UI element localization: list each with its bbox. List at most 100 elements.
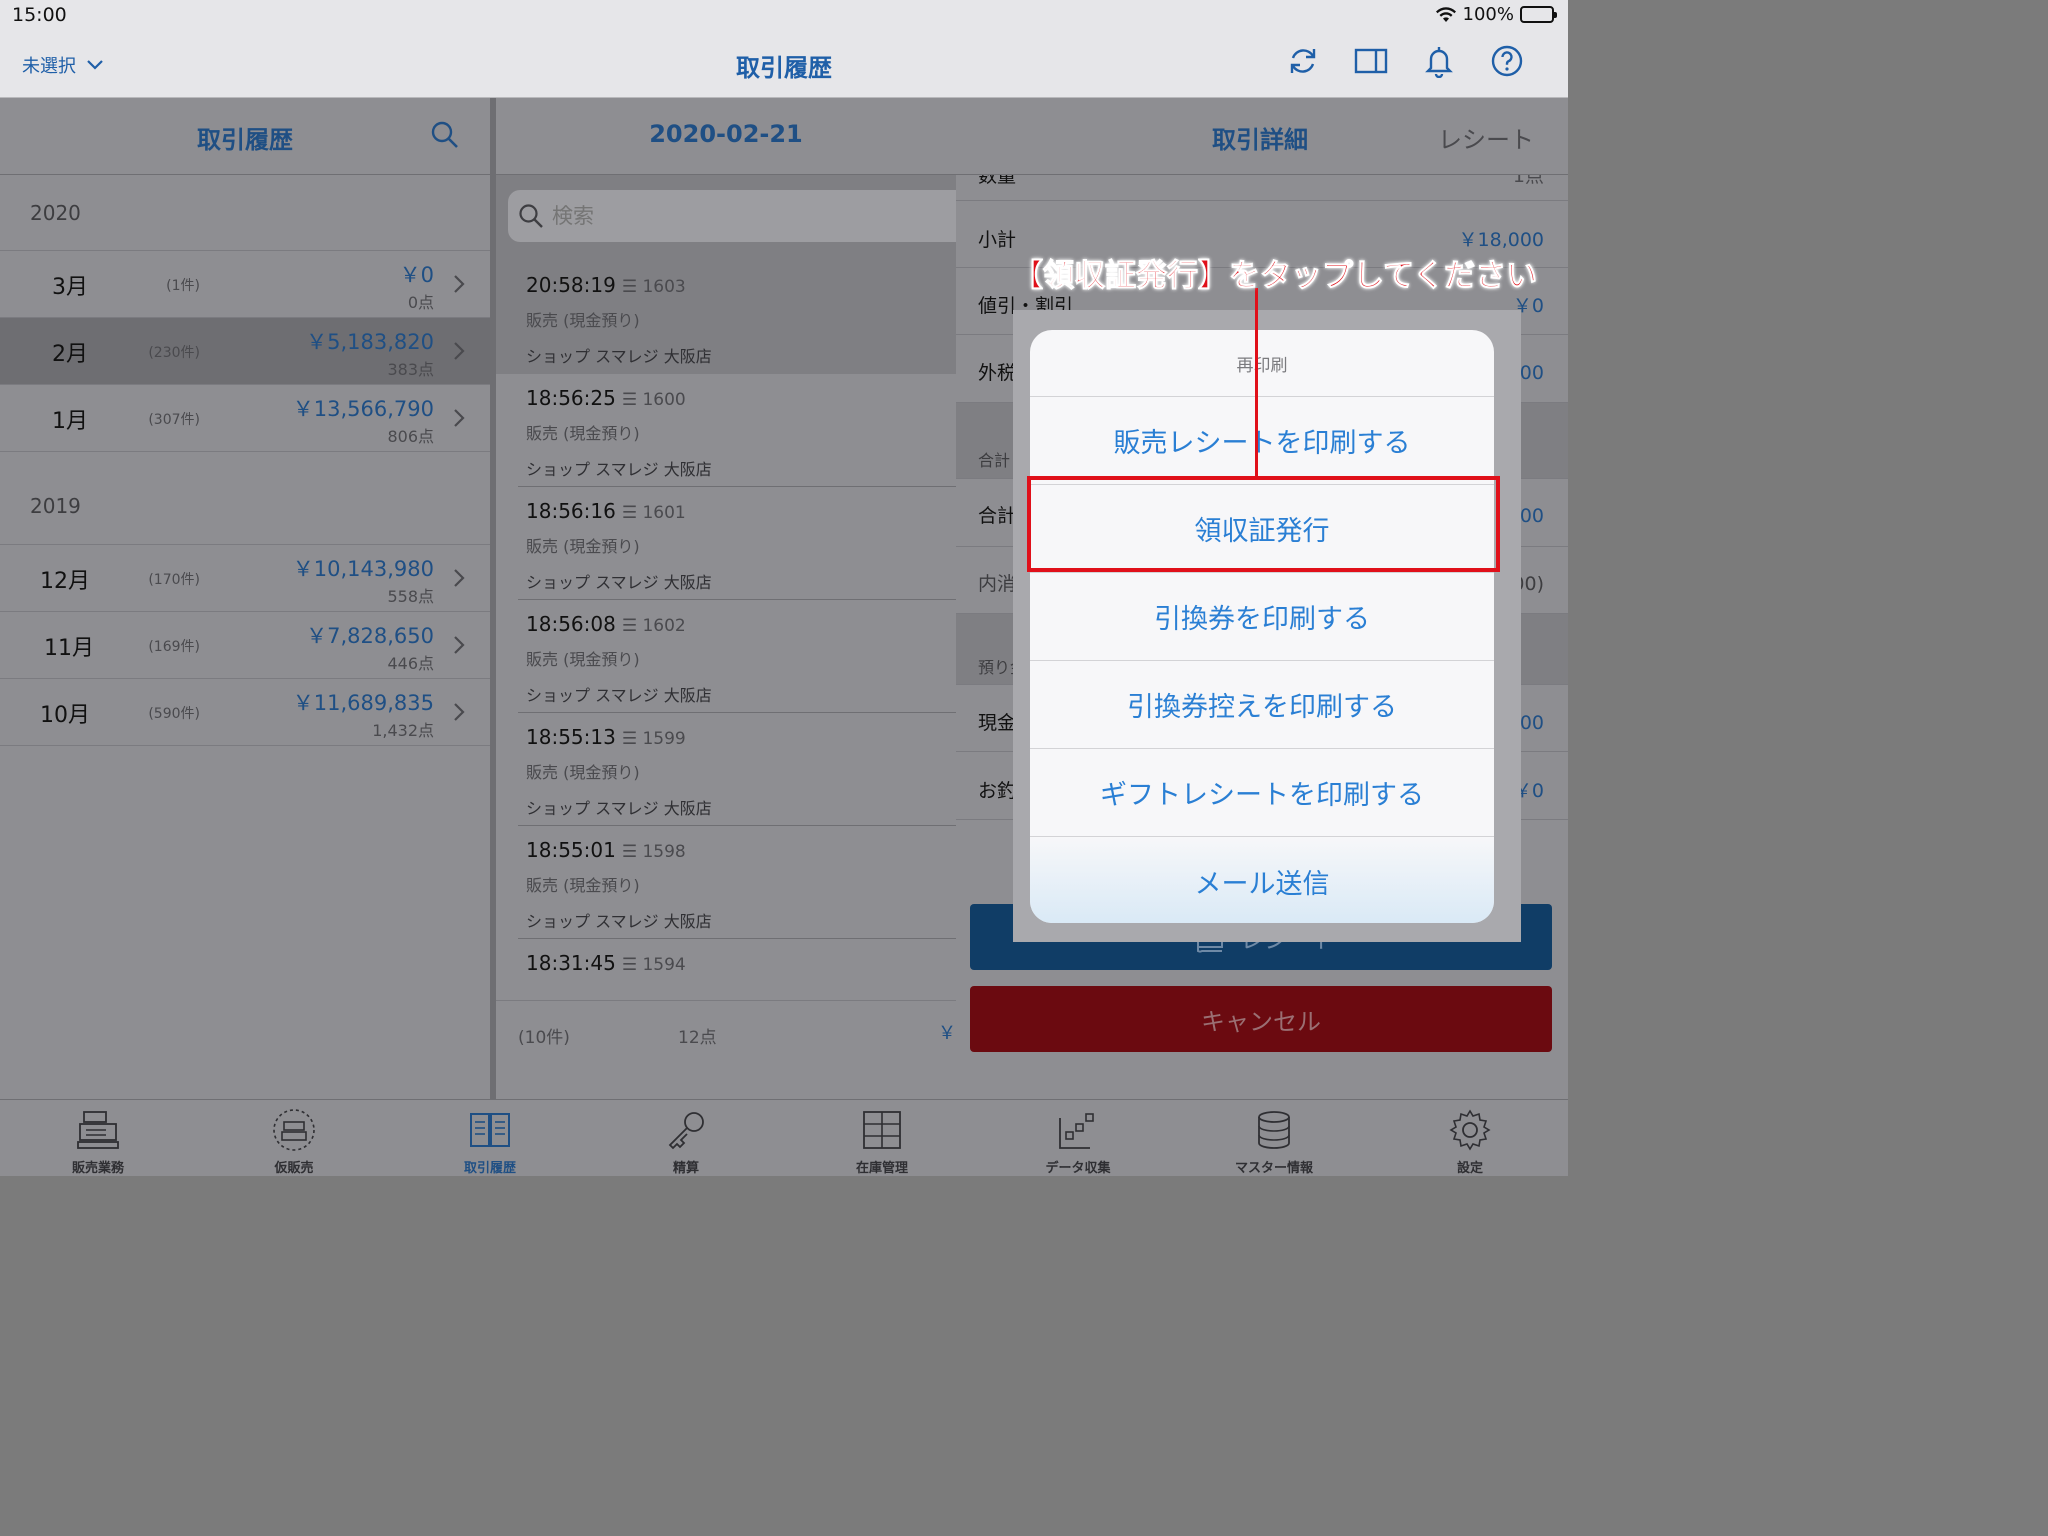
tab-settings[interactable]: 設定	[1372, 1100, 1568, 1176]
search-field[interactable]	[508, 190, 956, 242]
list-item[interactable]: 20:58:19 ☰ 1603 販売 (現金預り) ショップ スマレジ 大阪店	[496, 261, 956, 374]
month-label: 11月	[44, 636, 94, 661]
tab-receipt[interactable]: レシート	[1438, 120, 1534, 155]
cabinet-icon	[863, 1111, 901, 1149]
tx-type: 販売 (現金預り)	[526, 424, 640, 443]
month-row[interactable]: 11月 (169件) ￥7,828,650 446点	[0, 612, 490, 679]
tab-label: データ収集	[1045, 1161, 1111, 1176]
list-item[interactable]: 18:56:08 ☰ 1602 販売 (現金預り) ショップ スマレジ 大阪店	[518, 600, 956, 713]
print-gift-receipt-button[interactable]: ギフトレシートを印刷する	[1030, 749, 1494, 837]
wifi-icon	[1435, 6, 1456, 22]
month-label: 2月	[52, 342, 88, 367]
tab-label: 仮販売	[274, 1161, 314, 1176]
key-icon	[668, 1112, 704, 1150]
bell-icon[interactable]	[1422, 44, 1456, 78]
split-view-icon[interactable]	[1354, 44, 1388, 78]
status-time: 15:00	[12, 4, 67, 26]
left-pane-header: 取引履歴	[0, 98, 490, 175]
status-right: 100%	[1435, 4, 1557, 25]
month-row[interactable]: 10月 (590件) ￥11,689,835 1,432点	[0, 679, 490, 746]
month-amount: ￥10,143,980	[292, 557, 434, 581]
print-voucher-copy-button[interactable]: 引換券控えを印刷する	[1030, 661, 1494, 749]
search-icon[interactable]	[430, 120, 460, 150]
month-count: (307件)	[148, 412, 200, 428]
month-label: 12月	[40, 569, 90, 594]
tab-label: マスター情報	[1234, 1161, 1313, 1176]
status-bar: 15:00 100%	[0, 0, 1568, 30]
list-item[interactable]: 18:55:13 ☰ 1599 販売 (現金預り) ショップ スマレジ 大阪店	[518, 713, 956, 826]
tx-time: 18:55:01	[526, 838, 616, 862]
month-points: 0点	[407, 293, 434, 312]
tab-inventory[interactable]: 在庫管理	[784, 1100, 980, 1176]
battery-percent: 100%	[1462, 4, 1514, 25]
chevron-right-icon	[454, 342, 465, 360]
list-item[interactable]: 18:56:25 ☰ 1600 販売 (現金預り) ショップ スマレジ 大阪店	[518, 374, 956, 487]
list-item[interactable]: 18:31:45 ☰ 1594	[518, 939, 956, 1003]
month-label: 1月	[52, 409, 88, 434]
battery-icon	[1520, 6, 1557, 23]
month-amount: ￥5,183,820	[306, 330, 434, 354]
transaction-list-pane: 2020-02-21 20:58:19☰ 1603 販売 (現金預り) ショップ…	[496, 98, 956, 1099]
refresh-icon[interactable]	[1286, 44, 1320, 78]
tab-temporary-sales[interactable]: 仮販売	[196, 1100, 392, 1176]
month-row[interactable]: 1月 (307件) ￥13,566,790 806点	[0, 385, 490, 452]
send-email-button[interactable]: メール送信	[1030, 837, 1494, 923]
popover-title: 再印刷	[1030, 330, 1494, 397]
help-icon[interactable]	[1490, 44, 1524, 78]
month-points: 446点	[387, 654, 434, 673]
tx-number: ☰ 1594	[621, 955, 686, 975]
footer-points: 12点	[678, 1028, 717, 1048]
tab-sales[interactable]: 販売業務	[0, 1100, 196, 1176]
temp-register-icon	[273, 1109, 315, 1151]
year-label: 2019	[30, 494, 81, 518]
chevron-right-icon	[454, 703, 465, 721]
database-icon	[1258, 1111, 1290, 1149]
month-amount: ￥11,689,835	[292, 691, 434, 715]
tx-number: ☰ 1602	[621, 616, 686, 636]
detail-label: 数量	[978, 175, 1017, 187]
book-icon	[470, 1113, 510, 1147]
month-points: 806点	[387, 427, 434, 446]
month-count: (170件)	[148, 572, 200, 588]
month-row[interactable]: 3月 (1件) ￥0 0点	[0, 251, 490, 318]
year-header-2020: 2020	[0, 175, 490, 251]
data-icon	[1059, 1113, 1094, 1149]
search-input[interactable]	[552, 204, 852, 228]
tab-data-collection[interactable]: データ収集	[980, 1100, 1176, 1176]
reprint-popover: 再印刷 販売レシートを印刷する 領収証発行 引換券を印刷する 引換券控えを印刷す…	[1030, 330, 1494, 923]
month-row[interactable]: 2月 (230件) ￥5,183,820 383点	[0, 318, 490, 385]
tab-settlement[interactable]: 精算	[588, 1100, 784, 1176]
section-label: 合計	[978, 451, 1011, 470]
tx-shop: ショップ スマレジ 大阪店	[526, 799, 712, 818]
tab-label: 設定	[1456, 1161, 1483, 1176]
transaction-list[interactable]: 20:58:19 ☰ 1603 販売 (現金預り) ショップ スマレジ 大阪店 1…	[496, 261, 956, 1003]
tx-time: 18:55:13	[526, 725, 616, 749]
mid-pane-header: 2020-02-21	[496, 98, 956, 175]
tab-transaction-history[interactable]: 取引履歴	[392, 1100, 588, 1176]
highlight-box	[1027, 476, 1500, 572]
tx-shop: ショップ スマレジ 大阪店	[526, 347, 712, 366]
list-item[interactable]: 18:55:01 ☰ 1598 販売 (現金預り) ショップ スマレジ 大阪店	[518, 826, 956, 939]
tab-transaction-detail[interactable]: 取引詳細	[1212, 120, 1308, 155]
print-voucher-button[interactable]: 引換券を印刷する	[1030, 573, 1494, 661]
tx-time: 18:56:08	[526, 612, 616, 636]
gear-icon	[1449, 1109, 1491, 1151]
month-points: 1,432点	[372, 721, 434, 740]
callout-line	[1255, 288, 1258, 476]
tab-master-info[interactable]: マスター情報	[1176, 1100, 1372, 1176]
tx-shop: ショップ スマレジ 大阪店	[526, 686, 712, 705]
month-label: 10月	[40, 703, 90, 728]
print-sales-receipt-button[interactable]: 販売レシートを印刷する	[1030, 397, 1494, 485]
month-row[interactable]: 12月 (170件) ￥10,143,980 558点	[0, 545, 490, 612]
detail-label: 合計	[978, 505, 1017, 527]
month-label: 3月	[52, 275, 88, 300]
tx-number: ☰ 1599	[621, 729, 686, 749]
list-item[interactable]: 18:56:16 ☰ 1601 販売 (現金預り) ショップ スマレジ 大阪店	[518, 487, 956, 600]
chevron-right-icon	[454, 636, 465, 654]
footer-count: (10件)	[518, 1028, 570, 1048]
detail-row-quantity: 数量 1点	[956, 175, 1568, 201]
tx-type: 販売 (現金預り)	[526, 650, 640, 669]
tab-label: 在庫管理	[855, 1161, 908, 1176]
cancel-button[interactable]: キャンセル	[970, 986, 1552, 1052]
month-count: (230件)	[148, 345, 200, 361]
